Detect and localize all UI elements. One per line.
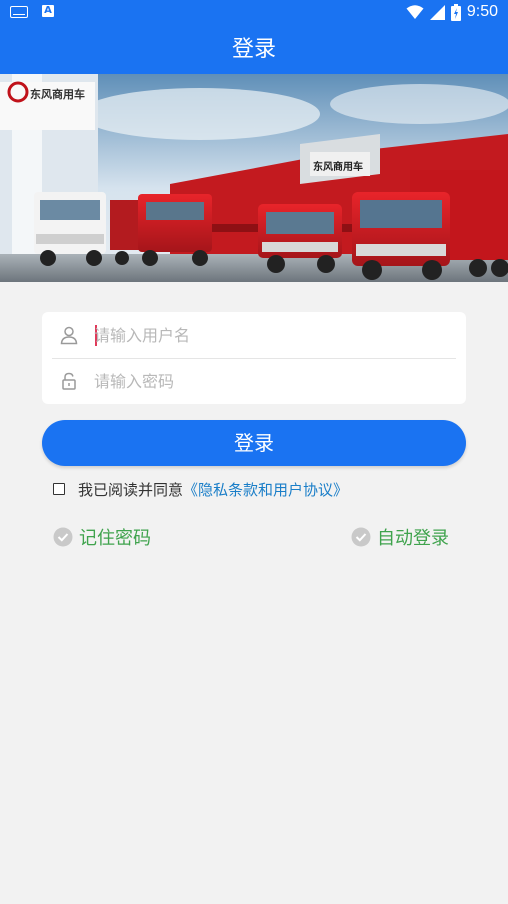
clock-time: 9:50 [466,3,498,20]
keyboard-icon [10,6,28,18]
svg-text:东风商用车: 东风商用车 [313,160,363,173]
svg-text:东风商用车: 东风商用车 [30,87,85,101]
privacy-terms-link[interactable]: 《隐私条款和用户协议》 [183,479,348,500]
remember-password-label: 记住密码 [79,528,151,549]
status-bar: A 9:50 [0,0,508,26]
agreement-text: 我已阅读并同意 [78,480,184,499]
login-form [42,312,466,404]
page-title: 登录 [0,26,508,74]
agreement-checkbox[interactable] [53,483,65,495]
username-row [42,312,466,358]
signal-icon [429,4,445,20]
wifi-icon [406,5,424,19]
banner-image: 东风商用车 东风商用车 [0,74,508,282]
remember-password-option[interactable]: 记住密码 [53,524,151,550]
agreement-row: 我已阅读并同意 《隐私条款和用户协议》 [53,478,348,500]
username-input[interactable] [94,319,454,351]
a-notification-icon: A [42,5,54,17]
battery-icon [450,3,461,21]
login-button[interactable]: 登录 [42,420,466,466]
auto-login-option[interactable]: 自动登录 [351,524,449,550]
password-input[interactable] [94,365,454,397]
check-circle-icon [53,527,73,547]
auto-login-label: 自动登录 [377,528,449,549]
password-row [42,358,466,404]
check-circle-icon [351,527,371,547]
lock-icon [62,372,76,390]
user-icon [60,326,78,345]
